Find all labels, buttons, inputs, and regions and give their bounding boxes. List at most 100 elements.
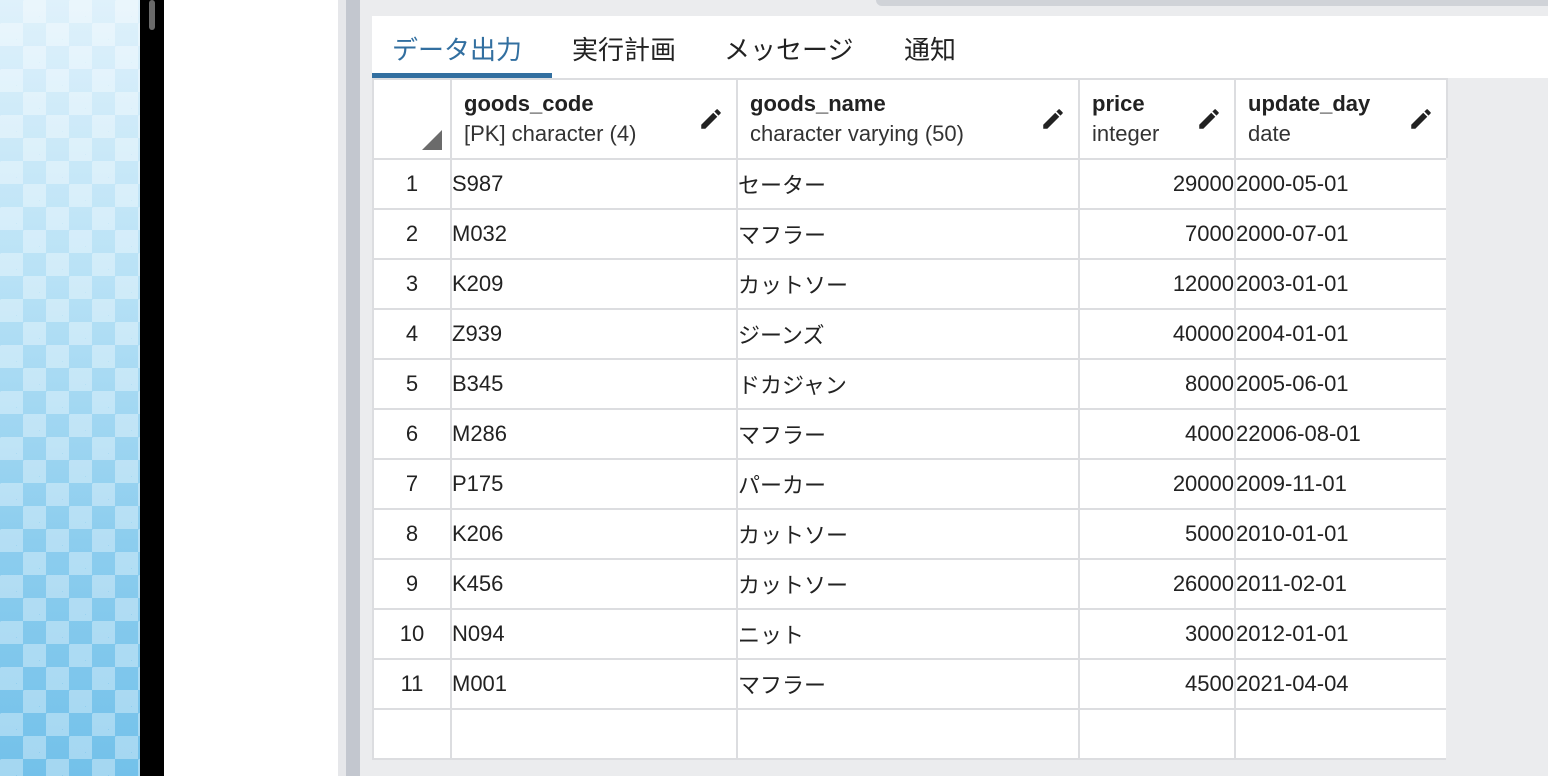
cell-goods-name[interactable]: カットソー <box>736 558 1080 610</box>
tab-explain[interactable]: 実行計画 <box>572 26 702 78</box>
row-number[interactable]: 7 <box>372 458 452 510</box>
select-all-corner[interactable] <box>372 78 452 160</box>
sidebar-scrollbar-track <box>140 0 164 776</box>
editor-horizontal-scrollbar[interactable] <box>876 0 1548 6</box>
cell-goods-name[interactable]: ジーンズ <box>736 308 1080 360</box>
tab-messages[interactable]: メッセージ <box>724 26 884 78</box>
table-row[interactable]: 7 P175 パーカー 20000 2009-11-01 <box>372 458 1448 510</box>
cell-goods-name[interactable]: マフラー <box>736 408 1080 460</box>
cell-goods-code[interactable]: M001 <box>450 658 738 710</box>
cell-price[interactable]: 5000 <box>1078 508 1236 560</box>
column-header-update-day[interactable]: update_day date <box>1234 78 1448 160</box>
table-row[interactable]: 10 N094 ニット 3000 2012-01-01 <box>372 608 1448 660</box>
table-row[interactable]: 3 K209 カットソー 12000 2003-01-01 <box>372 258 1448 310</box>
cell-price[interactable]: 20000 <box>1078 458 1236 510</box>
table-row[interactable]: 9 K456 カットソー 26000 2011-02-01 <box>372 558 1448 610</box>
column-header-goods-name[interactable]: goods_name character varying (50) <box>736 78 1080 160</box>
cell-empty[interactable] <box>736 708 1080 760</box>
cell-update-day[interactable]: 2009-11-01 <box>1234 458 1448 510</box>
table-row[interactable]: 11 M001 マフラー 4500 2021-04-04 <box>372 658 1448 710</box>
cell-goods-name[interactable]: セーター <box>736 158 1080 210</box>
cell-goods-code[interactable]: K456 <box>450 558 738 610</box>
corner-triangle-icon <box>422 130 442 150</box>
column-type: character varying (50) <box>750 121 964 146</box>
tab-notifications[interactable]: 通知 <box>904 26 984 78</box>
row-number[interactable]: 4 <box>372 308 452 360</box>
row-number[interactable]: 8 <box>372 508 452 560</box>
new-row[interactable] <box>372 708 1448 760</box>
table-row[interactable]: 4 Z939 ジーンズ 40000 2004-01-01 <box>372 308 1448 360</box>
cell-update-day[interactable]: 2005-06-01 <box>1234 358 1448 410</box>
query-results-panel: データ出力 実行計画 メッセージ 通知 goods_code [PK] char… <box>360 0 1548 776</box>
cell-update-day[interactable]: 2012-01-01 <box>1234 608 1448 660</box>
row-number[interactable]: 3 <box>372 258 452 310</box>
cell-goods-name[interactable]: ドカジャン <box>736 358 1080 410</box>
cell-empty[interactable] <box>1234 708 1448 760</box>
cell-goods-name[interactable]: カットソー <box>736 258 1080 310</box>
pencil-icon[interactable] <box>1196 106 1222 132</box>
table-row[interactable]: 1 S987 セーター 29000 2000-05-01 <box>372 158 1448 210</box>
row-number[interactable]: 2 <box>372 208 452 260</box>
column-name: goods_code <box>464 91 594 116</box>
row-number-empty[interactable] <box>372 708 452 760</box>
cell-price[interactable]: 26000 <box>1078 558 1236 610</box>
sidebar-scroll-thumb[interactable] <box>149 0 155 30</box>
cell-price[interactable]: 12000 <box>1078 258 1236 310</box>
header-row: goods_code [PK] character (4) goods_name… <box>372 78 1448 160</box>
cell-goods-name[interactable]: パーカー <box>736 458 1080 510</box>
row-number[interactable]: 10 <box>372 608 452 660</box>
top-strip <box>360 0 1548 14</box>
column-header-price[interactable]: price integer <box>1078 78 1236 160</box>
cell-goods-name[interactable]: マフラー <box>736 658 1080 710</box>
results-tabbar: データ出力 実行計画 メッセージ 通知 <box>372 16 1548 78</box>
table-row[interactable]: 5 B345 ドカジャン 8000 2005-06-01 <box>372 358 1448 410</box>
table-row[interactable]: 2 M032 マフラー 7000 2000-07-01 <box>372 208 1448 260</box>
cell-update-day[interactable]: 2000-05-01 <box>1234 158 1448 210</box>
cell-goods-name[interactable]: ニット <box>736 608 1080 660</box>
cell-goods-name[interactable]: マフラー <box>736 208 1080 260</box>
cell-update-day[interactable]: 2010-01-01 <box>1234 508 1448 560</box>
cell-empty[interactable] <box>1078 708 1236 760</box>
browser-panel <box>164 0 338 776</box>
cell-goods-code[interactable]: P175 <box>450 458 738 510</box>
cell-price[interactable]: 29000 <box>1078 158 1236 210</box>
cell-price[interactable]: 7000 <box>1078 208 1236 260</box>
cell-update-day[interactable]: 2021-04-04 <box>1234 658 1448 710</box>
cell-goods-code[interactable]: M286 <box>450 408 738 460</box>
panel-divider[interactable] <box>338 0 346 776</box>
pencil-icon[interactable] <box>1040 106 1066 132</box>
cell-price[interactable]: 8000 <box>1078 358 1236 410</box>
row-number[interactable]: 9 <box>372 558 452 610</box>
table-row[interactable]: 8 K206 カットソー 5000 2010-01-01 <box>372 508 1448 560</box>
cell-update-day[interactable]: 22006-08-01 <box>1234 408 1448 460</box>
panel-divider-handle[interactable] <box>346 0 360 776</box>
pencil-icon[interactable] <box>698 106 724 132</box>
cell-price[interactable]: 3000 <box>1078 608 1236 660</box>
cell-goods-name[interactable]: カットソー <box>736 508 1080 560</box>
cell-goods-code[interactable]: B345 <box>450 358 738 410</box>
cell-goods-code[interactable]: K209 <box>450 258 738 310</box>
column-header-goods-code[interactable]: goods_code [PK] character (4) <box>450 78 738 160</box>
cell-goods-code[interactable]: Z939 <box>450 308 738 360</box>
pencil-icon[interactable] <box>1408 106 1434 132</box>
table-row[interactable]: 6 M286 マフラー 4000 22006-08-01 <box>372 408 1448 460</box>
cell-goods-code[interactable]: M032 <box>450 208 738 260</box>
cell-update-day[interactable]: 2011-02-01 <box>1234 558 1448 610</box>
cell-goods-code[interactable]: S987 <box>450 158 738 210</box>
tab-data-output[interactable]: データ出力 <box>372 26 552 78</box>
cell-update-day[interactable]: 2000-07-01 <box>1234 208 1448 260</box>
row-number[interactable]: 6 <box>372 408 452 460</box>
desktop-wallpaper <box>0 0 140 776</box>
cell-empty[interactable] <box>450 708 738 760</box>
cell-price[interactable]: 4500 <box>1078 658 1236 710</box>
row-number[interactable]: 1 <box>372 158 452 210</box>
row-number[interactable]: 11 <box>372 658 452 710</box>
cell-price[interactable]: 40000 <box>1078 308 1236 360</box>
cell-goods-code[interactable]: N094 <box>450 608 738 660</box>
cell-goods-code[interactable]: K206 <box>450 508 738 560</box>
cell-update-day[interactable]: 2004-01-01 <box>1234 308 1448 360</box>
column-name: goods_name <box>750 91 886 116</box>
row-number[interactable]: 5 <box>372 358 452 410</box>
cell-price[interactable]: 4000 <box>1078 408 1236 460</box>
cell-update-day[interactable]: 2003-01-01 <box>1234 258 1448 310</box>
